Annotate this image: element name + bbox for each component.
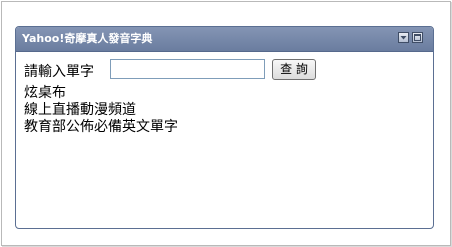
link-anime-channel[interactable]: 線上直播動漫頻道 — [24, 102, 178, 119]
screenshot-frame: Yahoo!奇摩真人發音字典 請輸入單字 查 詢 炫桌布 線上直播動漫頻道 教育… — [1, 1, 451, 246]
search-label: 請輸入單字 — [24, 64, 94, 80]
search-button[interactable]: 查 詢 — [272, 59, 316, 80]
link-wallpaper[interactable]: 炫桌布 — [24, 85, 178, 102]
link-list: 炫桌布 線上直播動漫頻道 教育部公佈必備英文單字 — [24, 85, 178, 136]
link-english-words[interactable]: 教育部公佈必備英文單字 — [24, 119, 178, 136]
widget-title: Yahoo!奇摩真人發音字典 — [22, 32, 153, 45]
maximize-icon[interactable] — [412, 32, 423, 43]
dictionary-widget: Yahoo!奇摩真人發音字典 請輸入單字 查 詢 炫桌布 線上直播動漫頻道 教育… — [15, 26, 434, 229]
widget-titlebar: Yahoo!奇摩真人發音字典 — [16, 27, 433, 52]
dropdown-icon[interactable] — [398, 32, 409, 43]
search-input[interactable] — [110, 59, 265, 79]
